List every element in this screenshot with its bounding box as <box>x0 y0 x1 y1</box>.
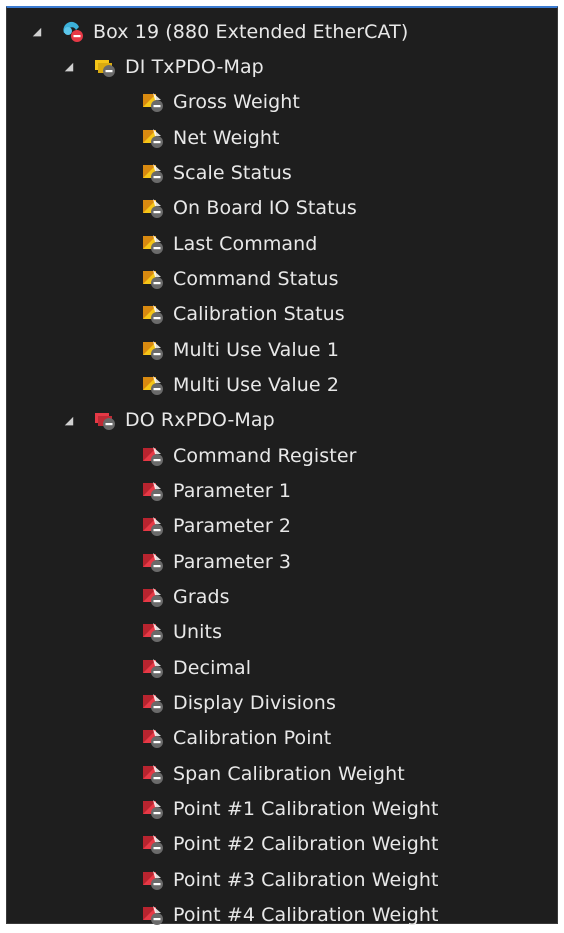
input-variable-icon <box>143 93 163 113</box>
output-variable-row[interactable]: Grads <box>7 579 557 614</box>
tree-node-label: On Board IO Status <box>173 197 357 220</box>
input-variable-icon <box>143 305 163 325</box>
tree-node-label: Calibration Point <box>173 727 332 750</box>
tree-node-box[interactable]: ◢ Box 19 (880 Extended EtherCAT) <box>7 14 557 49</box>
output-variable-icon <box>143 517 163 537</box>
output-pdo-map-icon <box>95 413 115 431</box>
tree-node-label: Decimal <box>173 656 252 679</box>
input-variable-row[interactable]: Scale Status <box>7 155 557 190</box>
output-variable-icon <box>143 870 163 890</box>
tree-node-label: Parameter 1 <box>173 479 292 502</box>
input-variable-icon <box>143 340 163 360</box>
input-variable-row[interactable]: Last Command <box>7 226 557 261</box>
tree-node-label: Net Weight <box>173 126 280 149</box>
output-variable-icon <box>143 658 163 678</box>
output-variable-row[interactable]: Point #4 Calibration Weight <box>7 897 557 932</box>
output-variable-row[interactable]: Display Divisions <box>7 685 557 720</box>
expand-collapse-toggle[interactable]: ◢ <box>61 59 77 75</box>
input-variable-row[interactable]: Gross Weight <box>7 85 557 120</box>
tree-node-label: Command Status <box>173 267 339 290</box>
tree-node-label: Units <box>173 621 223 644</box>
input-variable-icon <box>143 375 163 395</box>
solution-tree-panel: ◢ Box 19 (880 Extended EtherCAT) ◢ DI Tx… <box>6 6 558 926</box>
output-variable-icon <box>143 799 163 819</box>
tree-node-label: Parameter 2 <box>173 515 292 538</box>
output-variable-icon <box>143 481 163 501</box>
tree-node-label: DO RxPDO-Map <box>125 409 275 432</box>
tree-node-inputs-group[interactable]: ◢ DI TxPDO-Map <box>7 49 557 84</box>
tree-node-label: Grads <box>173 585 230 608</box>
output-variable-row[interactable]: Decimal <box>7 650 557 685</box>
tree-node-label: Multi Use Value 1 <box>173 338 340 361</box>
expand-collapse-toggle[interactable]: ◢ <box>29 24 45 40</box>
output-variable-row[interactable]: Point #1 Calibration Weight <box>7 791 557 826</box>
tree-node-label: Calibration Status <box>173 303 345 326</box>
tree-node-label: Point #1 Calibration Weight <box>173 797 439 820</box>
output-variable-row[interactable]: Point #2 Calibration Weight <box>7 827 557 862</box>
tree-node-label: Point #4 Calibration Weight <box>173 903 439 926</box>
output-variable-icon <box>143 693 163 713</box>
io-tree: ◢ Box 19 (880 Extended EtherCAT) ◢ DI Tx… <box>7 14 557 933</box>
input-variable-row[interactable]: On Board IO Status <box>7 191 557 226</box>
output-variable-row[interactable]: Units <box>7 615 557 650</box>
output-variable-icon <box>143 623 163 643</box>
output-variable-icon <box>143 587 163 607</box>
output-variable-icon <box>143 905 163 925</box>
tree-node-label: Box 19 (880 Extended EtherCAT) <box>93 20 409 43</box>
expand-collapse-toggle[interactable]: ◢ <box>61 412 77 428</box>
input-variable-row[interactable]: Multi Use Value 2 <box>7 367 557 402</box>
output-variable-icon <box>143 729 163 749</box>
tree-node-label: Scale Status <box>173 161 292 184</box>
input-variable-icon <box>143 199 163 219</box>
tree-node-label: Span Calibration Weight <box>173 762 405 785</box>
output-variable-icon <box>143 835 163 855</box>
output-variable-row[interactable]: Parameter 1 <box>7 473 557 508</box>
input-variable-row[interactable]: Calibration Status <box>7 297 557 332</box>
output-variable-icon <box>143 446 163 466</box>
tree-node-outputs-group[interactable]: ◢ DO RxPDO-Map <box>7 403 557 438</box>
output-variable-icon <box>143 764 163 784</box>
tree-node-label: Last Command <box>173 232 318 255</box>
output-variable-row[interactable]: Point #3 Calibration Weight <box>7 862 557 897</box>
output-variable-row[interactable]: Command Register <box>7 438 557 473</box>
input-variable-icon <box>143 269 163 289</box>
tree-node-label: Display Divisions <box>173 691 336 714</box>
output-variable-row[interactable]: Span Calibration Weight <box>7 756 557 791</box>
output-variable-row[interactable]: Parameter 2 <box>7 509 557 544</box>
output-variable-icon <box>143 552 163 572</box>
tree-node-label: Command Register <box>173 444 357 467</box>
tree-node-label: Parameter 3 <box>173 550 292 573</box>
tree-node-label: Multi Use Value 2 <box>173 373 340 396</box>
tree-node-label: Point #2 Calibration Weight <box>173 833 439 856</box>
input-variable-row[interactable]: Multi Use Value 1 <box>7 332 557 367</box>
tree-node-label: DI TxPDO-Map <box>125 55 264 78</box>
input-variable-row[interactable]: Command Status <box>7 261 557 296</box>
tree-node-label: Point #3 Calibration Weight <box>173 868 439 891</box>
ethercat-box-icon <box>63 21 83 42</box>
input-pdo-map-icon <box>95 59 115 77</box>
input-variable-icon <box>143 234 163 254</box>
input-variable-icon <box>143 128 163 148</box>
output-variable-row[interactable]: Parameter 3 <box>7 544 557 579</box>
tree-node-label: Gross Weight <box>173 91 300 114</box>
input-variable-icon <box>143 163 163 183</box>
input-variable-row[interactable]: Net Weight <box>7 120 557 155</box>
output-variable-row[interactable]: Calibration Point <box>7 721 557 756</box>
